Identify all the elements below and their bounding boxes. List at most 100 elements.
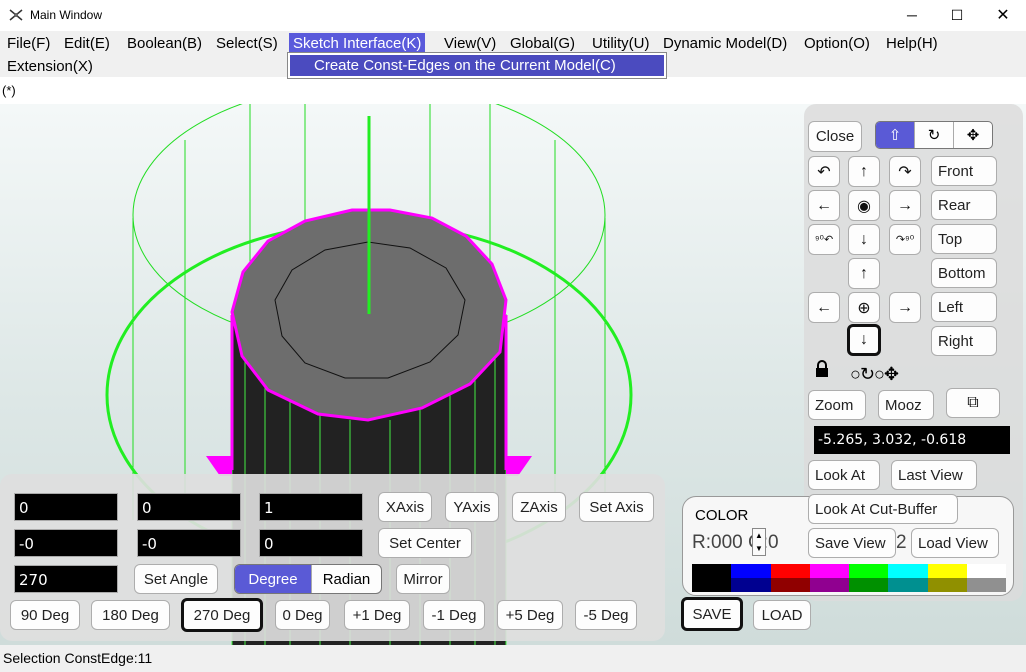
color-swatch[interactable] bbox=[809, 564, 849, 578]
look-at-cut-buffer-button[interactable]: Look At Cut-Buffer bbox=[808, 494, 958, 524]
move-mode-icon[interactable]: ⇧ bbox=[876, 122, 915, 148]
menu-help[interactable]: Help(H) bbox=[882, 33, 942, 54]
color-swatch[interactable] bbox=[770, 564, 810, 578]
move-down-icon[interactable]: ↓ bbox=[847, 324, 881, 356]
sketch-interface-submenu: Create Const-Edges on the Current Model(… bbox=[287, 52, 667, 79]
globe-icon[interactable]: ◉ bbox=[848, 190, 880, 221]
preset-minus-5-deg-button[interactable]: -5 Deg bbox=[575, 600, 637, 630]
radian-option[interactable]: Radian bbox=[311, 565, 381, 593]
color-swatch[interactable] bbox=[731, 578, 771, 592]
load-color-button[interactable]: LOAD bbox=[753, 600, 811, 630]
create-const-edges-menu-item[interactable]: Create Const-Edges on the Current Model(… bbox=[290, 55, 664, 76]
view-front-button[interactable]: Front bbox=[931, 156, 997, 186]
crosshair-icon[interactable]: ⊕ bbox=[848, 292, 880, 323]
x-axis-button[interactable]: XAxis bbox=[378, 492, 432, 522]
maximize-button[interactable]: ☐ bbox=[934, 0, 980, 31]
arrow-down-icon[interactable]: ↓ bbox=[848, 224, 880, 255]
color-swatch[interactable] bbox=[888, 564, 928, 578]
view-rear-button[interactable]: Rear bbox=[931, 190, 997, 220]
view-left-button[interactable]: Left bbox=[931, 292, 997, 322]
color-swatch[interactable] bbox=[966, 564, 1006, 578]
axis-x-input[interactable]: 0 bbox=[14, 493, 118, 521]
magenta-marker-right bbox=[506, 456, 532, 476]
close-navigator-button[interactable]: Close bbox=[808, 121, 862, 152]
y-axis-button[interactable]: YAxis bbox=[445, 492, 499, 522]
center-z-input[interactable]: 0 bbox=[259, 529, 363, 557]
menu-dynamic-model[interactable]: Dynamic Model(D) bbox=[659, 33, 791, 54]
app-icon bbox=[9, 9, 23, 21]
rotate-90-ccw-icon[interactable]: ⁹⁰↶ bbox=[808, 224, 840, 255]
copy-view-icon[interactable]: ⧉ bbox=[946, 388, 1000, 418]
set-angle-button[interactable]: Set Angle bbox=[134, 564, 218, 594]
rotate-mode-icon[interactable]: ↻ bbox=[915, 122, 954, 148]
view-right-button[interactable]: Right bbox=[931, 326, 997, 356]
minimize-button[interactable]: ─ bbox=[889, 0, 935, 31]
move-up-icon[interactable]: ↑ bbox=[848, 258, 880, 289]
pan-mode-icon[interactable]: ✥ bbox=[954, 122, 992, 148]
hidden-blue-value: 2 bbox=[896, 532, 907, 553]
title-bar: Main Window ─ ☐ ✕ bbox=[0, 0, 1026, 31]
menu-utility[interactable]: Utility(U) bbox=[588, 33, 654, 54]
close-window-button[interactable]: ✕ bbox=[980, 0, 1026, 31]
move-right-icon[interactable]: → bbox=[889, 292, 921, 323]
color-swatch[interactable] bbox=[692, 564, 732, 578]
arrow-up-icon[interactable]: ↑ bbox=[848, 156, 880, 187]
move-left-icon[interactable]: ← bbox=[808, 292, 840, 323]
modified-indicator: (*) bbox=[2, 83, 16, 98]
angle-input[interactable]: 270 bbox=[14, 565, 118, 593]
menu-boolean[interactable]: Boolean(B) bbox=[123, 33, 206, 54]
menu-extension[interactable]: Extension(X) bbox=[3, 56, 97, 77]
color-swatch[interactable] bbox=[809, 578, 849, 592]
view-top-button[interactable]: Top bbox=[931, 224, 997, 254]
preset-0-deg-button[interactable]: 0 Deg bbox=[275, 600, 330, 630]
preset-plus-1-deg-button[interactable]: +1 Deg bbox=[344, 600, 410, 630]
preset-270-deg-button[interactable]: 270 Deg bbox=[181, 598, 263, 632]
color-swatch[interactable] bbox=[927, 578, 967, 592]
navigation-mode-toggle: ⇧ ↻ ✥ bbox=[875, 121, 993, 149]
menu-option[interactable]: Option(O) bbox=[800, 33, 874, 54]
constraint-mode-icons[interactable]: ○↻○✥ bbox=[850, 364, 899, 385]
mirror-button[interactable]: Mirror bbox=[396, 564, 450, 594]
color-swatch[interactable] bbox=[849, 564, 889, 578]
arrow-right-icon[interactable]: → bbox=[889, 190, 921, 221]
menu-edit[interactable]: Edit(E) bbox=[60, 33, 114, 54]
menu-file[interactable]: File(F) bbox=[3, 33, 54, 54]
load-view-button[interactable]: Load View bbox=[911, 528, 999, 558]
axis-z-input[interactable]: 1 bbox=[259, 493, 363, 521]
color-swatch[interactable] bbox=[770, 578, 810, 592]
color-swatch[interactable] bbox=[966, 578, 1006, 592]
save-color-button[interactable]: SAVE bbox=[681, 597, 743, 631]
axis-y-input[interactable]: 0 bbox=[137, 493, 241, 521]
look-at-button[interactable]: Look At bbox=[808, 460, 880, 490]
last-view-button[interactable]: Last View bbox=[891, 460, 977, 490]
set-center-button[interactable]: Set Center bbox=[378, 528, 472, 558]
zoom-button[interactable]: Zoom bbox=[808, 390, 866, 420]
center-y-input[interactable]: -0 bbox=[137, 529, 241, 557]
save-view-button[interactable]: Save View bbox=[808, 528, 896, 558]
mooz-button[interactable]: Mooz bbox=[878, 390, 934, 420]
menu-view[interactable]: View(V) bbox=[440, 33, 500, 54]
menu-global[interactable]: Global(G) bbox=[506, 33, 579, 54]
rotate-ccw-icon[interactable]: ↶ bbox=[808, 156, 840, 187]
color-swatch[interactable] bbox=[849, 578, 889, 592]
menu-select[interactable]: Select(S) bbox=[212, 33, 282, 54]
center-x-input[interactable]: -0 bbox=[14, 529, 118, 557]
preset-plus-5-deg-button[interactable]: +5 Deg bbox=[497, 600, 563, 630]
rotate-90-cw-icon[interactable]: ↷⁹⁰ bbox=[889, 224, 921, 255]
color-swatch[interactable] bbox=[731, 564, 771, 578]
lock-icon[interactable] bbox=[814, 360, 830, 378]
set-axis-button[interactable]: Set Axis bbox=[579, 492, 654, 522]
arrow-left-icon[interactable]: ← bbox=[808, 190, 840, 221]
color-swatch[interactable] bbox=[927, 564, 967, 578]
preset-180-deg-button[interactable]: 180 Deg bbox=[91, 600, 170, 630]
color-swatch[interactable] bbox=[692, 578, 732, 592]
red-spinner[interactable]: ▲ ▼ bbox=[752, 528, 766, 556]
degree-option[interactable]: Degree bbox=[235, 565, 311, 593]
color-swatch[interactable] bbox=[888, 578, 928, 592]
preset-minus-1-deg-button[interactable]: -1 Deg bbox=[423, 600, 485, 630]
view-bottom-button[interactable]: Bottom bbox=[931, 258, 997, 288]
rotate-cw-icon[interactable]: ↷ bbox=[889, 156, 921, 187]
z-axis-button[interactable]: ZAxis bbox=[512, 492, 566, 522]
menu-sketch-interface[interactable]: Sketch Interface(K) bbox=[289, 33, 426, 54]
preset-90-deg-button[interactable]: 90 Deg bbox=[10, 600, 80, 630]
